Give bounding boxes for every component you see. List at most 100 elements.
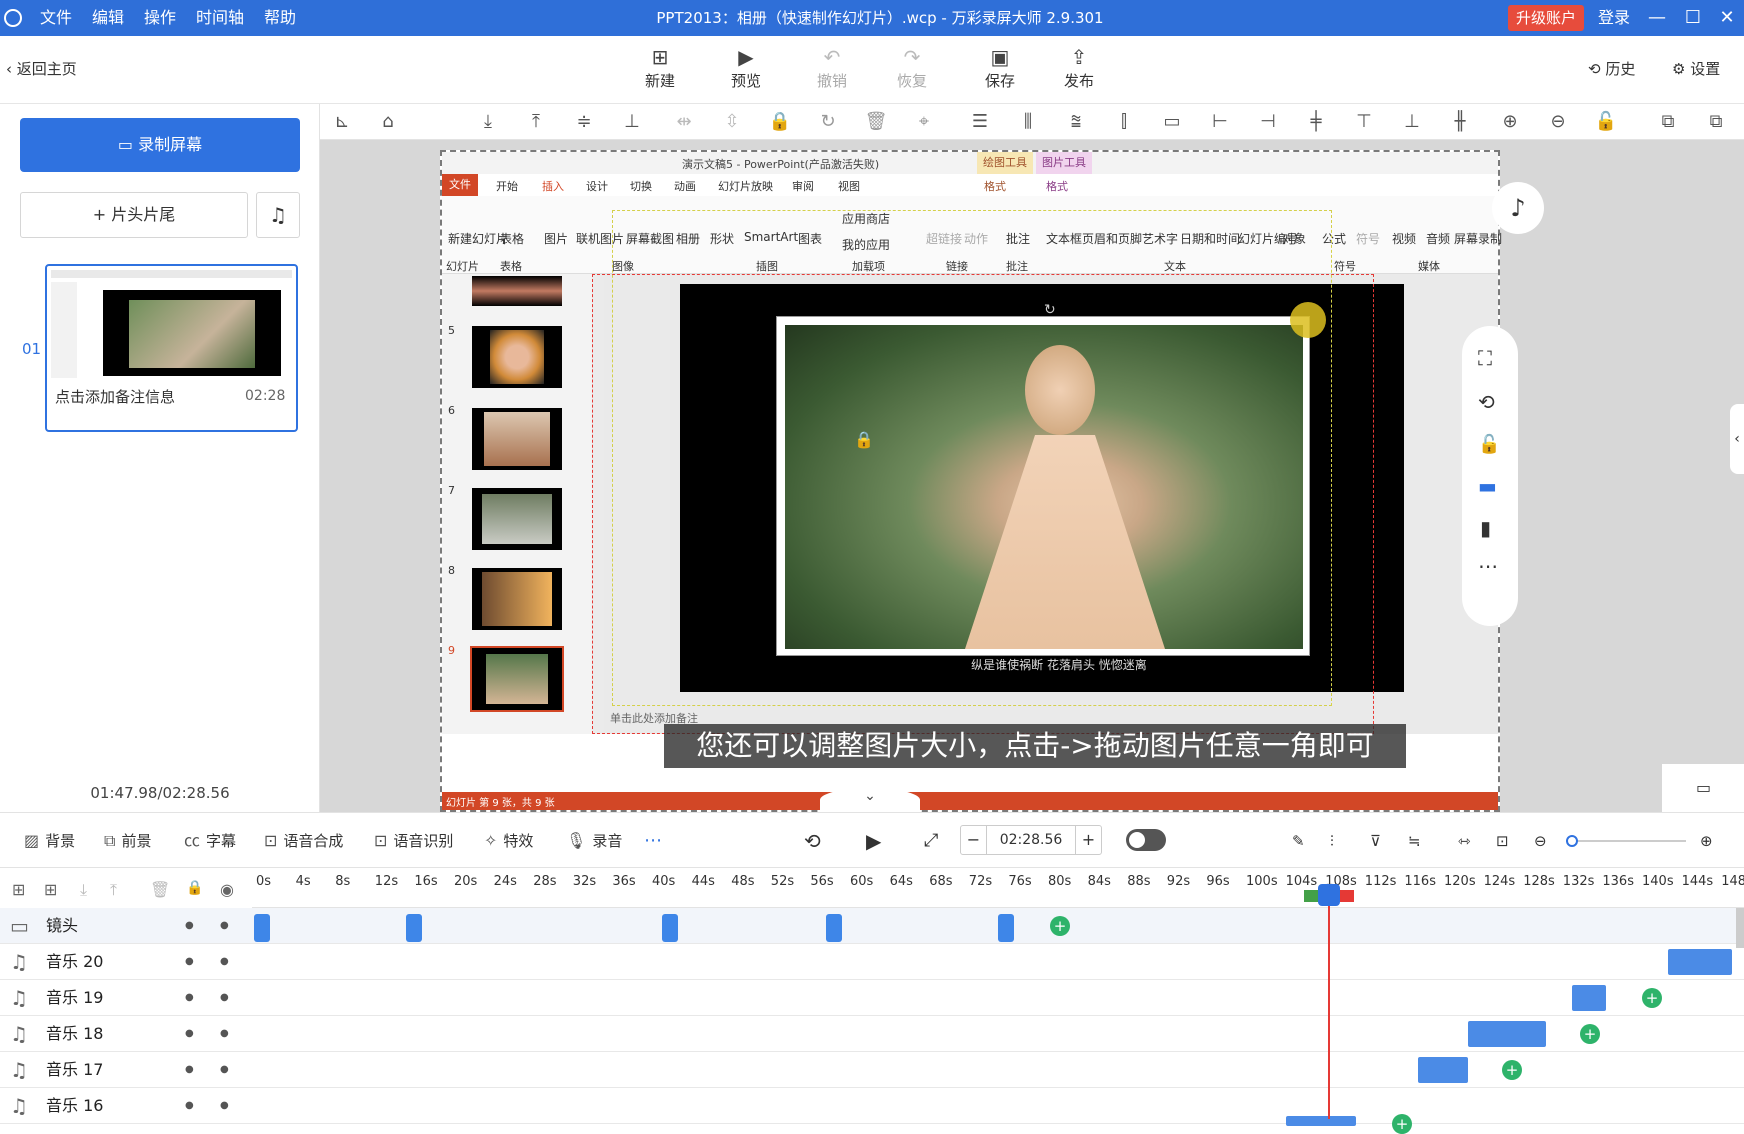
ppt-thumb-6[interactable]	[472, 408, 562, 470]
scene-note[interactable]: 点击添加备注信息	[55, 386, 175, 407]
more-icon[interactable]: ⋯	[1478, 554, 1498, 578]
play-button-icon[interactable]: ▶	[866, 829, 881, 853]
camera-keyframe[interactable]	[998, 914, 1014, 942]
align-right-icon[interactable]: ⊣	[1256, 110, 1280, 134]
fullscreen-icon[interactable]: ⤢	[924, 829, 938, 853]
range-start-marker[interactable]	[1304, 890, 1318, 902]
track-dot[interactable]: ●	[185, 944, 194, 980]
delete-icon[interactable]: 🗑	[864, 110, 888, 134]
stack-icon[interactable]: ⩰	[1064, 110, 1088, 134]
audio-clip[interactable]	[1468, 1021, 1546, 1047]
ppt-thumb-7[interactable]	[472, 488, 562, 550]
distribute-icon[interactable]: ☰	[968, 110, 992, 134]
track-dot[interactable]: ●	[220, 1052, 229, 1088]
timeline-track[interactable]: ▭ 镜头 ● ● +	[0, 908, 1744, 944]
home-icon[interactable]: ⌂	[376, 110, 400, 134]
add-keyframe-icon[interactable]: +	[1642, 988, 1662, 1008]
foreground-button[interactable]: ⧉ 前景	[104, 829, 151, 853]
spacing-icon[interactable]: ⫿	[1112, 110, 1136, 134]
zoom-in-timeline-icon[interactable]: ⊕	[1700, 829, 1713, 853]
zoom-out-icon[interactable]: ⊖	[1546, 110, 1570, 134]
playhead-handle[interactable]	[1318, 884, 1340, 906]
timeline-track[interactable]: ♫ 音乐 19 ● ● +	[0, 980, 1744, 1016]
toggle-switch[interactable]	[1126, 829, 1166, 851]
bottom-edge-icon[interactable]: ⊥	[1400, 110, 1424, 134]
menu-timeline[interactable]: 时间轴	[196, 0, 244, 36]
save-button[interactable]: ▣ 保存	[970, 44, 1030, 91]
eye-icon[interactable]: ◉	[220, 880, 234, 899]
screen-icon[interactable]: ▬	[1478, 474, 1497, 498]
zoom-in-icon[interactable]: ⊕	[1498, 110, 1522, 134]
phone-icon[interactable]: ▮	[1480, 516, 1491, 540]
caption-button[interactable]: ㏄字幕	[184, 829, 236, 853]
audio-clip[interactable]	[1572, 985, 1606, 1011]
audio-clip[interactable]	[1668, 949, 1732, 975]
photo-selection-frame[interactable]	[776, 316, 1310, 656]
duration-value[interactable]: 02:28.56	[987, 826, 1075, 854]
effects-button[interactable]: ✧ 特效	[484, 829, 533, 853]
ppt-slide[interactable]: 🔒 ↻ 纵是谁使祸断 花落肩头 恍惚迷离	[680, 284, 1404, 692]
settings-button[interactable]: ⚙ 设置	[1672, 58, 1720, 79]
track-dot[interactable]: ●	[220, 908, 229, 944]
record-screen-button[interactable]: ▭ 录制屏幕	[20, 118, 300, 172]
new-button[interactable]: ⊞ 新建	[630, 44, 690, 91]
track-dot[interactable]: ●	[185, 1016, 194, 1052]
rotate-icon[interactable]: ↻	[816, 110, 840, 134]
ppt-thumb-scrollbar[interactable]	[592, 274, 604, 734]
timeline-track[interactable]: ♫ 音乐 20 ● ●	[0, 944, 1744, 980]
fit-icon[interactable]: ⇿	[1458, 829, 1471, 853]
preview-button[interactable]: ▶ 预览	[716, 44, 776, 91]
edit-icon[interactable]: ✎	[1292, 829, 1305, 853]
unlock-tool-icon[interactable]: 🔓	[1478, 434, 1500, 455]
adjust-icon[interactable]: ≒	[1408, 829, 1421, 853]
add-keyframe-icon[interactable]: +	[1502, 1060, 1522, 1080]
minus-icon[interactable]: −	[961, 826, 987, 854]
subtitle-overlay[interactable]: 您还可以调整图片大小，点击->拖动图片任意一角即可	[664, 724, 1406, 768]
audio-clip[interactable]	[1418, 1057, 1468, 1083]
back-home-link[interactable]: ‹ 返回主页	[6, 58, 77, 79]
redo-button[interactable]: ↷ 恢复	[882, 44, 942, 91]
ppt-thumb-4[interactable]	[472, 276, 562, 306]
align-bottom-icon[interactable]: ⤓	[476, 110, 500, 134]
ratio-icon[interactable]: ⊡	[1496, 829, 1509, 853]
menu-help[interactable]: 帮助	[264, 0, 296, 36]
center-icon[interactable]: ╪	[1304, 110, 1328, 134]
editing-canvas[interactable]: 演示文稿5 - PowerPoint(产品激活失败) 绘图工具 图片工具 文件 …	[320, 140, 1744, 812]
record-audio-button[interactable]: 🎙 录音	[566, 829, 622, 853]
rotate-tool-icon[interactable]: ⟲	[1478, 390, 1495, 414]
move-up-icon[interactable]: ⤒	[110, 880, 117, 900]
menu-operate[interactable]: 操作	[144, 0, 176, 36]
align-hcenter-icon[interactable]: ⊥	[620, 110, 644, 134]
align-tool-icon[interactable]: ⊾	[330, 110, 354, 134]
replay-icon[interactable]: ⟲	[804, 829, 821, 853]
align-vcenter-icon[interactable]: ≑	[572, 110, 596, 134]
camera-keyframe[interactable]	[254, 914, 270, 942]
copy-icon[interactable]: ⧉	[1656, 110, 1680, 134]
timeline-scrollbar[interactable]	[1736, 908, 1744, 948]
crop-icon[interactable]: ⛶	[1478, 346, 1492, 370]
music-button[interactable]: ♫	[256, 192, 300, 238]
screenshot-icon[interactable]: ⌖	[912, 110, 936, 134]
ppt-thumb-9[interactable]	[470, 646, 564, 712]
resize-icon[interactable]: ▭	[1160, 110, 1184, 134]
camera-keyframe[interactable]	[406, 914, 422, 942]
zoom-slider[interactable]	[1566, 835, 1686, 847]
menu-edit[interactable]: 编辑	[92, 0, 124, 36]
tts-button[interactable]: ⊡ 语音合成	[264, 829, 343, 853]
track-dot[interactable]: ●	[185, 980, 194, 1016]
track-dot[interactable]: ●	[185, 908, 194, 944]
flip-h-icon[interactable]: ⇹	[672, 110, 696, 134]
track-dot[interactable]: ●	[220, 980, 229, 1016]
track-dot[interactable]: ●	[220, 1016, 229, 1052]
expand-right-panel-button[interactable]: ‹	[1730, 404, 1744, 474]
undo-button[interactable]: ↶ 撤销	[802, 44, 862, 91]
recorded-window-frame[interactable]: 演示文稿5 - PowerPoint(产品激活失败) 绘图工具 图片工具 文件 …	[440, 150, 1502, 812]
close-icon[interactable]: ✕	[1712, 0, 1742, 36]
distribute-h-icon[interactable]: ⫼	[1016, 110, 1040, 134]
login-link[interactable]: 登录	[1598, 0, 1630, 36]
track-dot[interactable]: ●	[185, 1052, 194, 1088]
collapse-panel-button[interactable]: ⌄	[820, 788, 920, 812]
publish-button[interactable]: ⇪ 发布	[1049, 44, 1109, 91]
audio-clip[interactable]	[1286, 1116, 1356, 1126]
menu-file[interactable]: 文件	[40, 0, 72, 36]
